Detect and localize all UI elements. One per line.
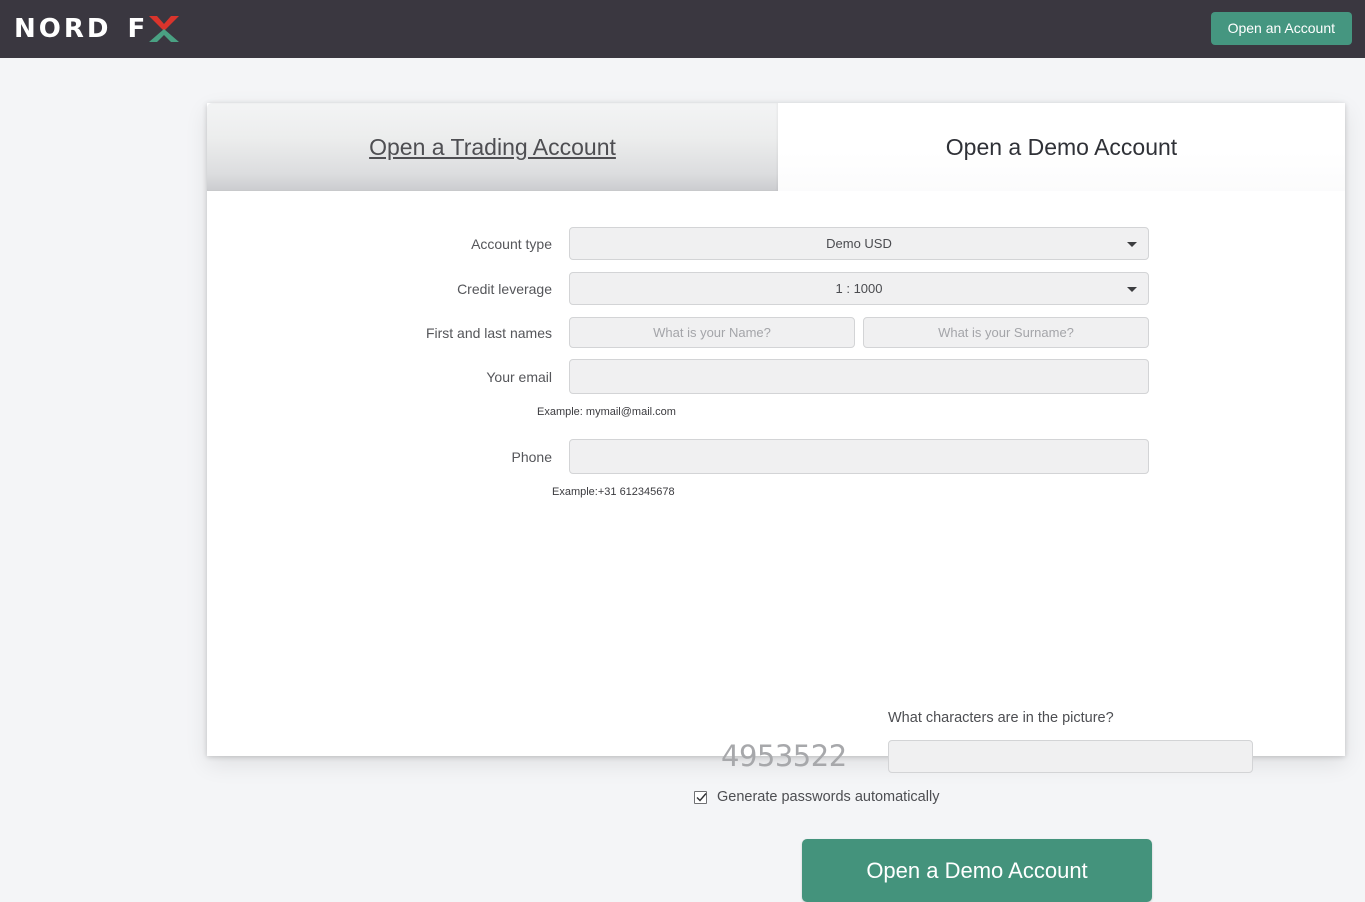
chevron-down-icon [1127,286,1137,292]
check-icon [696,792,707,802]
field-row-email: Your email [207,359,1345,394]
phone-hint: Example:+31 612345678 [552,486,675,498]
email-hint: Example: mymail@mail.com [537,406,676,418]
logo-text-f: F [127,14,148,44]
tab-open-trading-account[interactable]: Open a Trading Account [207,103,778,191]
field-row-credit-leverage: Credit leverage 1 : 1000 [207,272,1345,305]
account-type-label: Account type [471,235,552,252]
chevron-down-icon [1127,241,1137,247]
email-label: Your email [486,368,552,385]
generate-passwords-checkbox[interactable] [694,790,707,804]
logo-x-icon [149,16,180,42]
phone-label: Phone [511,448,552,465]
logo-text-nord: NORD [14,14,112,44]
account-type-value: Demo USD [826,236,892,251]
captcha-image: 4953522 [721,739,847,773]
phone-input[interactable] [569,439,1149,474]
submit-open-demo-account-button[interactable]: Open a Demo Account [802,839,1152,902]
captcha-input[interactable] [888,740,1253,773]
generate-passwords-row[interactable]: Generate passwords automatically [694,789,939,805]
field-row-names: First and last names [207,317,1345,348]
account-type-select[interactable]: Demo USD [569,227,1149,260]
field-row-account-type: Account type Demo USD [207,227,1345,260]
last-name-input[interactable] [863,317,1149,348]
registration-card: Open a Trading Account Open a Demo Accou… [207,103,1345,902]
captcha-question-label: What characters are in the picture? [888,710,1114,726]
credit-leverage-label: Credit leverage [457,280,552,297]
credit-leverage-select[interactable]: 1 : 1000 [569,272,1149,305]
tab-open-trading-account-label: Open a Trading Account [369,133,616,160]
logo-fx-group: F [127,14,180,44]
names-label: First and last names [425,324,552,341]
site-header: NORD F Open an Account [0,0,1365,58]
account-type-tabs: Open a Trading Account Open a Demo Accou… [207,103,1345,191]
open-account-button[interactable]: Open an Account [1210,12,1352,45]
generate-passwords-label: Generate passwords automatically [717,789,940,805]
credit-leverage-value: 1 : 1000 [835,281,883,296]
tab-open-demo-account[interactable]: Open a Demo Account [778,103,1345,191]
tab-open-demo-account-label: Open a Demo Account [945,133,1178,160]
captcha-input-wrapper [888,740,1253,773]
nordfx-logo: NORD F [14,14,180,44]
field-row-phone: Phone [207,439,1345,474]
first-name-input[interactable] [569,317,855,348]
email-input[interactable] [569,359,1149,394]
